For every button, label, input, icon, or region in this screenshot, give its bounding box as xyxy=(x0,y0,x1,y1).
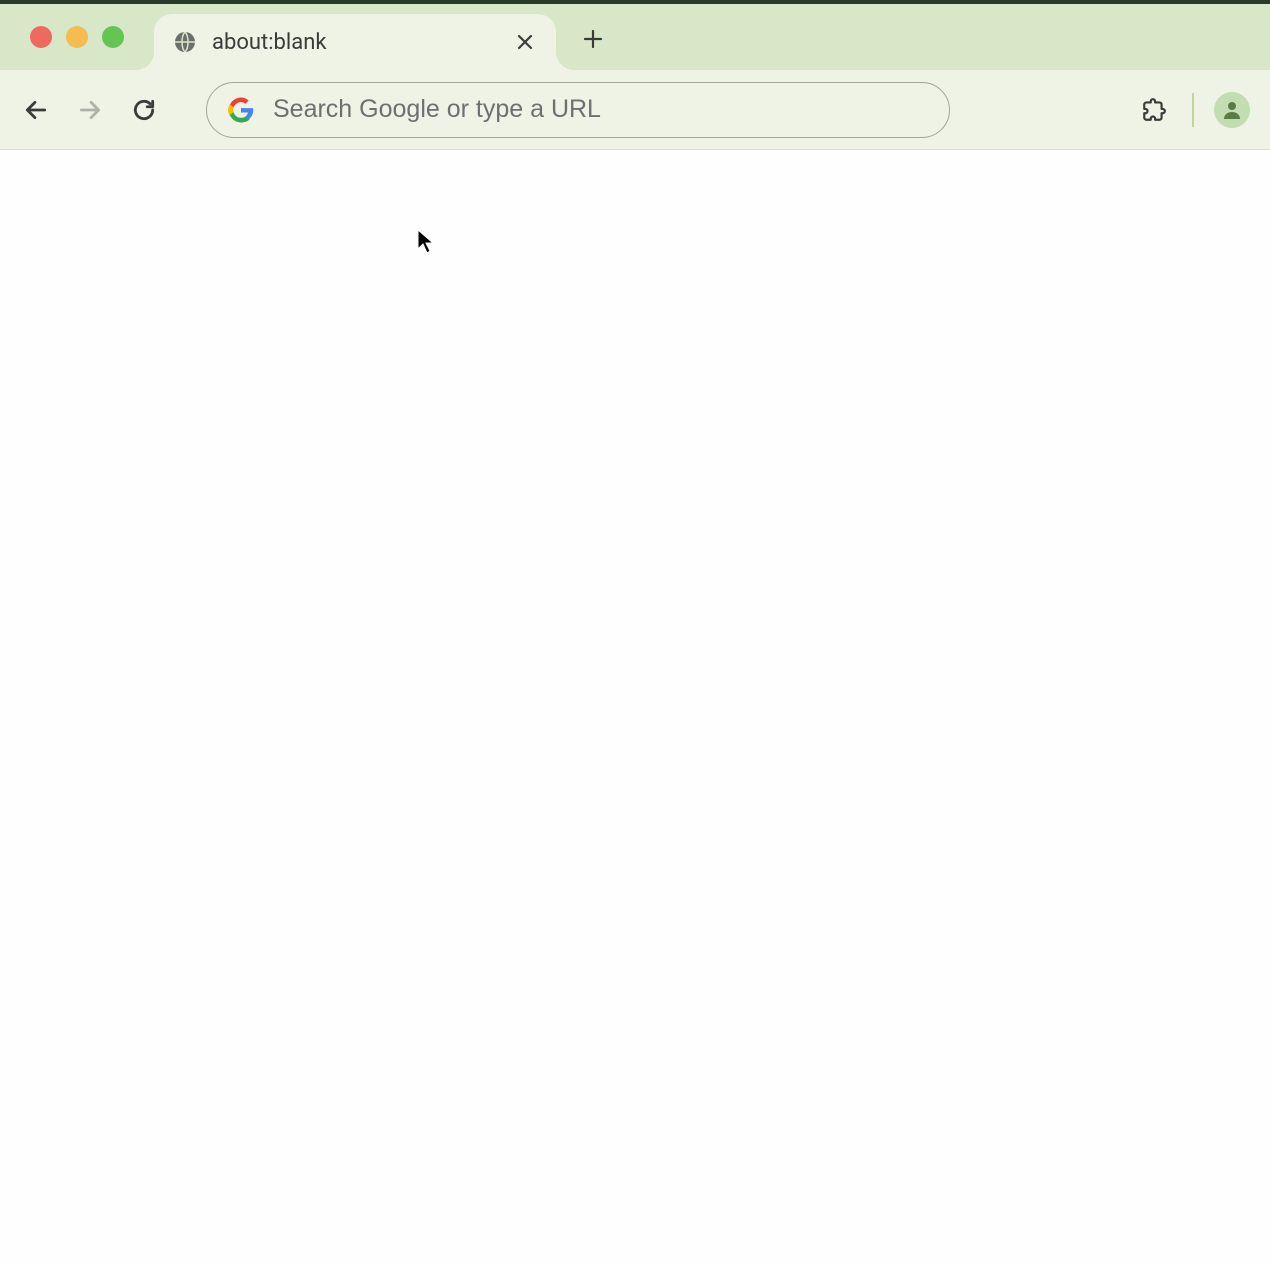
window-minimize-button[interactable] xyxy=(66,26,88,48)
reload-button[interactable] xyxy=(122,88,166,132)
toolbar-right xyxy=(1134,90,1252,130)
toolbar-divider xyxy=(1192,93,1194,127)
arrow-right-icon xyxy=(77,97,103,123)
arrow-left-icon xyxy=(23,97,49,123)
google-g-icon xyxy=(227,96,255,124)
tab-strip: about:blank xyxy=(0,4,1270,70)
forward-button xyxy=(68,88,112,132)
puzzle-icon xyxy=(1141,97,1167,123)
toolbar xyxy=(0,70,1270,150)
tab-title: about:blank xyxy=(212,30,498,55)
globe-icon xyxy=(172,29,198,55)
profile-button[interactable] xyxy=(1212,90,1252,130)
plus-icon xyxy=(583,29,603,49)
person-icon xyxy=(1220,98,1244,122)
address-bar[interactable] xyxy=(206,82,950,138)
window-maximize-button[interactable] xyxy=(102,26,124,48)
back-button[interactable] xyxy=(14,88,58,132)
window-close-button[interactable] xyxy=(30,26,52,48)
avatar xyxy=(1214,92,1250,128)
reload-icon xyxy=(131,97,157,123)
extensions-button[interactable] xyxy=(1134,90,1174,130)
address-input[interactable] xyxy=(273,95,929,124)
page-content xyxy=(0,150,1270,1264)
tab-close-button[interactable] xyxy=(512,29,538,55)
traffic-lights xyxy=(30,26,124,48)
new-tab-button[interactable] xyxy=(578,24,608,54)
close-icon xyxy=(517,34,533,50)
mouse-cursor-icon xyxy=(417,229,437,255)
browser-tab[interactable]: about:blank xyxy=(154,14,556,70)
